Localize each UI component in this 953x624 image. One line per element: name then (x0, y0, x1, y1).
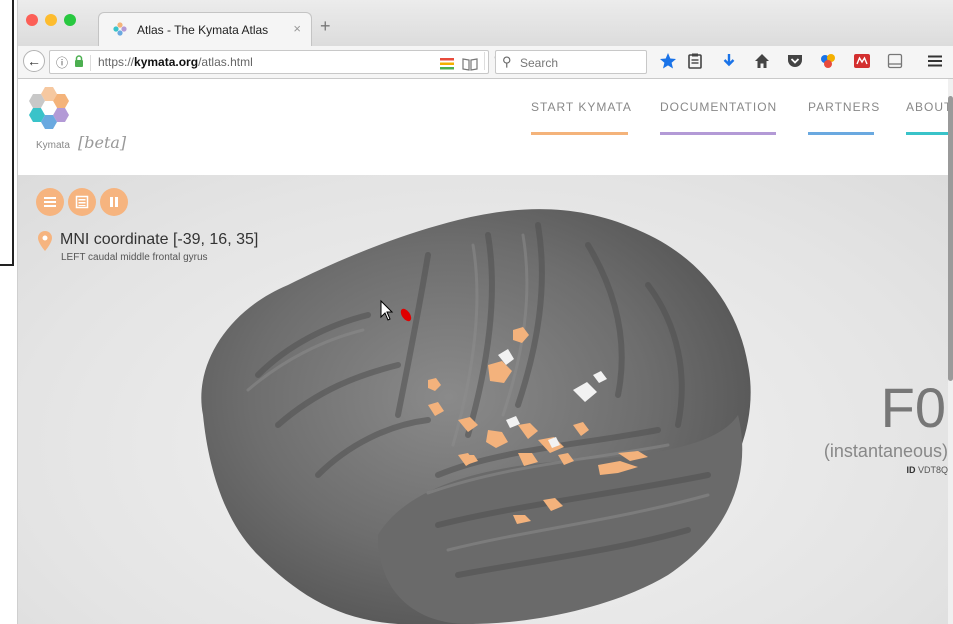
hamburger-menu-icon[interactable] (926, 52, 944, 70)
home-icon[interactable] (753, 52, 771, 70)
web-page: Kymata [beta] START KYMATA DOCUMENTATION… (18, 79, 953, 624)
extension-red-icon[interactable] (853, 52, 871, 70)
nav-start-kymata[interactable]: START KYMATA (531, 100, 632, 114)
bookmark-star-icon[interactable] (659, 52, 677, 70)
search-placeholder: Search (520, 56, 559, 70)
navigation-toolbar: ← ⓘ https://kymata.org/atlas.html ↻ ⚲ (18, 46, 953, 79)
menu-button[interactable] (36, 188, 64, 216)
nav-about[interactable]: ABOUT (906, 100, 952, 114)
nav-partners[interactable]: PARTNERS (808, 100, 880, 114)
browser-tab[interactable]: Atlas - The Kymata Atlas × (98, 12, 312, 46)
list-panel-icon (75, 195, 89, 209)
lock-icon (75, 55, 83, 67)
pocket-icon[interactable] (786, 52, 804, 70)
nav-documentation[interactable]: DOCUMENTATION (660, 100, 777, 114)
clipboard-icon[interactable] (686, 52, 704, 70)
pause-button[interactable] (100, 188, 128, 216)
reader-view-icon[interactable] (462, 57, 478, 71)
page-scrollbar-thumb[interactable] (948, 96, 953, 381)
function-name: F0 (880, 376, 946, 439)
address-separator (90, 55, 91, 71)
close-window-button[interactable] (26, 14, 38, 26)
kymata-logo-icon[interactable] (28, 85, 78, 137)
minimize-window-button[interactable] (45, 14, 57, 26)
desktop-window-border-corner (0, 264, 14, 266)
download-icon[interactable] (720, 52, 738, 70)
tab-title: Atlas - The Kymata Atlas (137, 23, 269, 37)
pocket-list-icon[interactable] (440, 57, 456, 71)
back-button[interactable]: ← (23, 50, 45, 72)
function-subtitle: (instantaneous) (823, 441, 948, 461)
mni-coordinate: MNI coordinate [-39, 16, 35] (60, 231, 259, 248)
address-bar[interactable]: ⓘ https://kymata.org/atlas.html ↻ (49, 50, 507, 74)
zoom-window-button[interactable] (64, 14, 76, 26)
extension-color-icon[interactable] (819, 52, 837, 70)
location-pin-icon (38, 231, 52, 251)
tab-close-icon[interactable]: × (293, 21, 301, 36)
browser-window: Atlas - The Kymata Atlas × + ← ⓘ https:/… (18, 0, 953, 624)
search-bar[interactable]: ⚲ Search (495, 50, 647, 74)
new-tab-button[interactable]: + (320, 17, 331, 35)
url-text: https://kymata.org/atlas.html (98, 55, 253, 69)
nav-underline-start (531, 132, 628, 135)
nav-underline-partners (808, 132, 874, 135)
function-id: ID VDT8Q (906, 465, 948, 475)
desktop-edge (0, 0, 17, 624)
title-bar: Atlas - The Kymata Atlas × + (18, 0, 953, 47)
logo-text: Kymata (36, 140, 70, 151)
pause-icon (110, 197, 118, 207)
nav-underline-documentation (660, 132, 776, 135)
brain-region-label: LEFT caudal middle frontal gyrus (61, 252, 208, 263)
menu-icon (44, 197, 56, 207)
logo-beta: [beta] (78, 133, 127, 152)
nav-underline-about (906, 132, 953, 135)
brain-viewer[interactable]: MNI coordinate [-39, 16, 35] LEFT caudal… (18, 175, 948, 624)
panel-toggle-button[interactable] (68, 188, 96, 216)
desktop-window-border (12, 0, 14, 266)
search-icon: ⚲ (502, 54, 512, 69)
site-header: Kymata [beta] START KYMATA DOCUMENTATION… (18, 79, 953, 175)
kymata-favicon-icon (113, 22, 127, 36)
address-divider (484, 52, 485, 70)
info-icon[interactable]: ⓘ (56, 54, 68, 71)
sidebar-panel-icon[interactable] (886, 52, 904, 70)
